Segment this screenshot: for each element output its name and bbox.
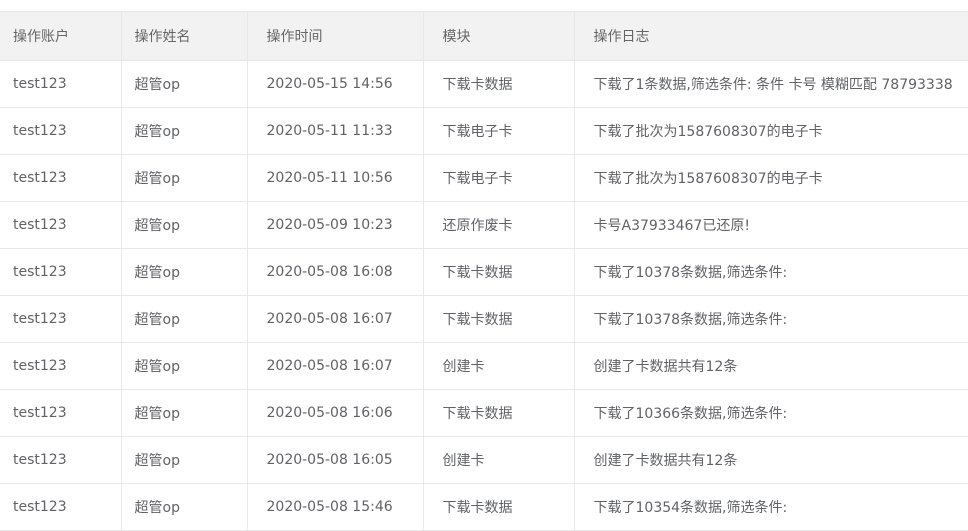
table-header: 操作账户 操作姓名 操作时间 模块 操作日志 <box>0 11 968 61</box>
column-header-name[interactable]: 操作姓名 <box>121 11 248 61</box>
column-header-time[interactable]: 操作时间 <box>247 11 424 61</box>
cell-time: 2020-05-08 16:08 <box>247 248 424 296</box>
table-body: test123 超管op 2020-05-15 14:56 下载卡数据 下载了1条数据,… <box>0 60 968 531</box>
cell-log: 下载了10378条数据,筛选条件: <box>574 295 968 343</box>
cell-module: 下载卡数据 <box>423 389 575 437</box>
table-row[interactable]: test123 超管op 2020-05-08 16:07 下载卡数据 下载了10378… <box>0 295 968 343</box>
cell-operator-name: 超管op <box>121 389 248 437</box>
cell-operator-name: 超管op <box>121 295 248 343</box>
cell-log: 下载了10378条数据,筛选条件: <box>574 248 968 296</box>
cell-log: 下载了10354条数据,筛选条件: <box>574 483 968 531</box>
header-row: 操作账户 操作姓名 操作时间 模块 操作日志 <box>0 11 968 61</box>
cell-account: test123 <box>0 201 122 249</box>
table-row[interactable]: test123 超管op 2020-05-11 10:56 下载电子卡 下载了批次为15… <box>0 154 968 202</box>
cell-time: 2020-05-09 10:23 <box>247 201 424 249</box>
cell-operator-name: 超管op <box>121 483 248 531</box>
cell-time: 2020-05-08 15:46 <box>247 483 424 531</box>
cell-operator-name: 超管op <box>121 342 248 390</box>
table-row[interactable]: test123 超管op 2020-05-11 11:33 下载电子卡 下载了批次为15… <box>0 107 968 155</box>
cell-account: test123 <box>0 107 122 155</box>
cell-time: 2020-05-08 16:07 <box>247 342 424 390</box>
cell-log: 下载了批次为1587608307的电子卡 <box>574 107 968 155</box>
cell-time: 2020-05-11 10:56 <box>247 154 424 202</box>
cell-operator-name: 超管op <box>121 248 248 296</box>
table-row[interactable]: test123 超管op 2020-05-08 16:05 创建卡 创建了卡数据共有12… <box>0 436 968 484</box>
operation-log-table: 操作账户 操作姓名 操作时间 模块 操作日志 test123 超管op 2020-0… <box>0 11 968 531</box>
cell-operator-name: 超管op <box>121 107 248 155</box>
cell-log: 下载了1条数据,筛选条件: 条件 卡号 模糊匹配 78793338 <box>574 60 968 108</box>
cell-time: 2020-05-08 16:05 <box>247 436 424 484</box>
table-row[interactable]: test123 超管op 2020-05-08 16:08 下载卡数据 下载了10378… <box>0 248 968 296</box>
cell-module: 还原作废卡 <box>423 201 575 249</box>
table-row[interactable]: test123 超管op 2020-05-08 16:07 创建卡 创建了卡数据共有12… <box>0 342 968 390</box>
cell-account: test123 <box>0 342 122 390</box>
cell-log: 卡号A37933467已还原! <box>574 201 968 249</box>
table-row[interactable]: test123 超管op 2020-05-08 15:46 下载卡数据 下载了10354… <box>0 483 968 531</box>
cell-time: 2020-05-08 16:07 <box>247 295 424 343</box>
cell-module: 创建卡 <box>423 436 575 484</box>
cell-account: test123 <box>0 154 122 202</box>
cell-account: test123 <box>0 60 122 108</box>
cell-log: 创建了卡数据共有12条 <box>574 436 968 484</box>
column-header-module[interactable]: 模块 <box>423 11 575 61</box>
cell-module: 下载卡数据 <box>423 248 575 296</box>
cell-module: 下载电子卡 <box>423 107 575 155</box>
cell-module: 下载卡数据 <box>423 295 575 343</box>
cell-module: 下载卡数据 <box>423 483 575 531</box>
cell-operator-name: 超管op <box>121 154 248 202</box>
cell-module: 下载电子卡 <box>423 154 575 202</box>
cell-log: 下载了批次为1587608307的电子卡 <box>574 154 968 202</box>
cell-account: test123 <box>0 483 122 531</box>
cell-log: 创建了卡数据共有12条 <box>574 342 968 390</box>
cell-account: test123 <box>0 248 122 296</box>
cell-account: test123 <box>0 389 122 437</box>
cell-account: test123 <box>0 295 122 343</box>
column-header-account[interactable]: 操作账户 <box>0 11 122 61</box>
cell-log: 下载了10366条数据,筛选条件: <box>574 389 968 437</box>
table-row[interactable]: test123 超管op 2020-05-08 16:06 下载卡数据 下载了10366… <box>0 389 968 437</box>
cell-operator-name: 超管op <box>121 60 248 108</box>
cell-time: 2020-05-08 16:06 <box>247 389 424 437</box>
cell-time: 2020-05-11 11:33 <box>247 107 424 155</box>
cell-operator-name: 超管op <box>121 436 248 484</box>
cell-module: 创建卡 <box>423 342 575 390</box>
cell-account: test123 <box>0 436 122 484</box>
table-row[interactable]: test123 超管op 2020-05-09 10:23 还原作废卡 卡号A37933… <box>0 201 968 249</box>
column-header-log[interactable]: 操作日志 <box>574 11 968 61</box>
cell-time: 2020-05-15 14:56 <box>247 60 424 108</box>
table-row[interactable]: test123 超管op 2020-05-15 14:56 下载卡数据 下载了1条数据,… <box>0 60 968 108</box>
cell-operator-name: 超管op <box>121 201 248 249</box>
cell-module: 下载卡数据 <box>423 60 575 108</box>
